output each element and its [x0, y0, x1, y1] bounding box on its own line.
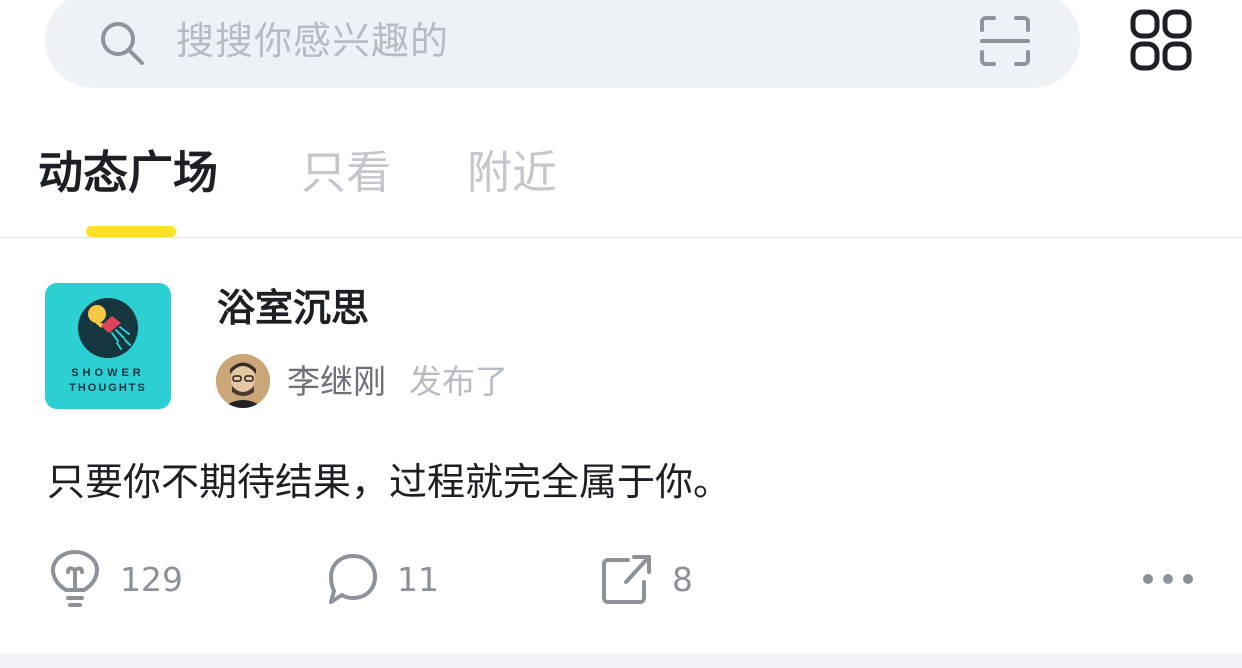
like-button[interactable]: 129 — [48, 548, 188, 610]
topic-name[interactable]: 浴室沉思 — [217, 282, 369, 334]
shower-bulb-icon: SHOWER THOUGHTS — [69, 298, 147, 394]
topic-logo[interactable]: SHOWER THOUGHTS — [45, 283, 171, 409]
share-count: 8 — [672, 560, 693, 599]
like-count: 129 — [120, 560, 183, 599]
avatar[interactable] — [216, 354, 270, 408]
comment-icon — [329, 554, 377, 604]
active-tab-indicator — [86, 226, 176, 237]
tab-following[interactable]: 只看 — [301, 140, 391, 206]
post-action-text: 发布了 — [409, 362, 508, 401]
grid-icon[interactable] — [1129, 8, 1193, 72]
share-button[interactable]: 8 — [600, 548, 700, 610]
tab-feed[interactable]: 动态广场 — [38, 140, 218, 206]
page: 搜搜你感兴趣的 动态广场 只看 附近 SHOWER THOUGHTS 浴室沉思 … — [0, 0, 1242, 668]
author-name[interactable]: 李继刚 — [287, 358, 386, 406]
logo-text-line1: SHOWER — [71, 367, 145, 379]
search-icon — [101, 22, 144, 65]
divider — [0, 237, 1242, 238]
scan-icon[interactable] — [978, 14, 1032, 68]
search-input[interactable]: 搜搜你感兴趣的 — [176, 16, 449, 66]
share-icon — [602, 555, 651, 604]
tab-nearby[interactable]: 附近 — [467, 140, 557, 206]
comment-count: 11 — [397, 560, 439, 599]
logo-text-line2: THOUGHTS — [69, 382, 147, 394]
post-content[interactable]: 只要你不期待结果，过程就完全属于你。 — [47, 454, 731, 510]
more-icon[interactable] — [1138, 564, 1198, 594]
lightbulb-icon — [51, 550, 99, 607]
comment-button[interactable]: 11 — [325, 548, 439, 610]
section-separator — [0, 654, 1242, 668]
